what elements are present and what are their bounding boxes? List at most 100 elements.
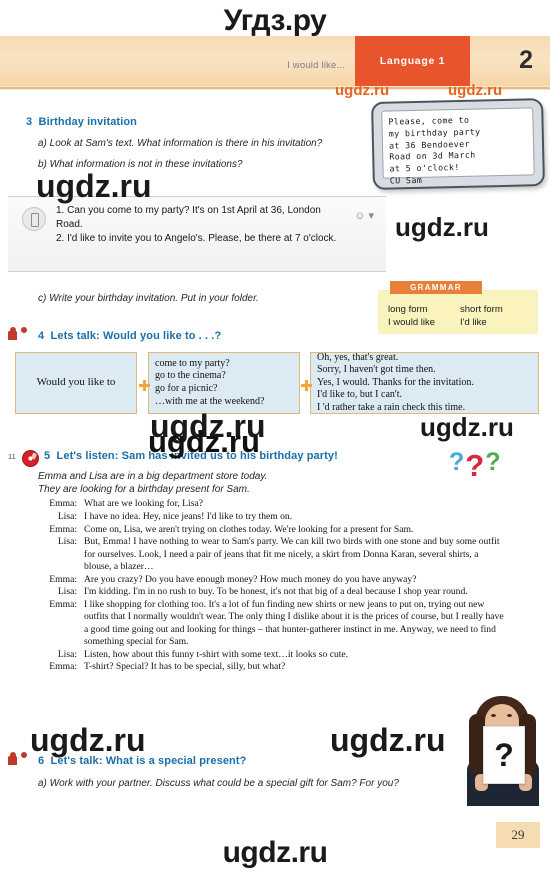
exercise-5-heading: 5 Let's listen: Sam has invited us to hi…: [44, 450, 338, 462]
audio-track-number: 11: [8, 452, 16, 461]
dialogue-speaker: Lisa:: [57, 536, 77, 548]
photo-eye-right: [507, 714, 512, 717]
builder-options-list: come to my party? go to the cinema? go f…: [155, 358, 264, 408]
banner-left-label: I would like...: [287, 60, 345, 71]
dialogue-line: Emma: I like shopping for clothing too. …: [38, 599, 508, 648]
dialogue-text: What are we looking for, Lisa?: [84, 498, 203, 509]
exercise-3-number: 3: [26, 116, 33, 128]
dialogue-text: Listen, how about this funny t-shirt wit…: [84, 648, 349, 660]
exercise-4-number: 4: [38, 330, 45, 342]
dialogue-speaker: Emma:: [49, 498, 77, 509]
plus-icon-1: [139, 380, 150, 391]
watermark-medium-1: ugdz.ru: [395, 212, 489, 242]
pair-work-icon: [8, 327, 32, 340]
photo-question-card: ?: [483, 726, 525, 784]
grammar-long-value: I would like: [388, 317, 435, 329]
dialogue-text: I like shopping for clothing too. It's a…: [84, 599, 504, 647]
grammar-short-header: short form: [460, 304, 503, 315]
exercise-6-heading: 6 Let's talk: What is a special present?: [38, 755, 246, 767]
grammar-box-content: long form short form I would like I'd like: [388, 303, 532, 330]
exercise-5-number: 5: [44, 450, 51, 462]
exercise-4-heading: 4 Lets talk: Would you like to . . .?: [38, 330, 221, 342]
builder-response: I 'd rather take a rain check this time.: [317, 401, 466, 413]
invitation-note-card: Please, come to my birthday party at 36 …: [371, 98, 545, 190]
pair-work-icon-2: [8, 752, 32, 765]
exercise-6-number: 6: [38, 755, 45, 767]
builder-column-stem: Would you like to: [15, 352, 137, 414]
dialogue-text: I'm kidding. I'm in no rush to buy. To b…: [84, 586, 468, 598]
grammar-long-header: long form: [388, 304, 428, 315]
builder-column-responses: Oh, yes, that's great. Sorry, I haven't …: [310, 352, 539, 414]
exercise-3a-text: a) Look at Sam's text. What information …: [38, 138, 323, 149]
exercise-5-intro-line-2: They are looking for a birthday present …: [38, 484, 250, 495]
exercise-3b-text: b) What information is not in these invi…: [38, 159, 243, 170]
question-mark-red-icon: ?: [465, 448, 486, 483]
exercise-5-title: Let's listen: Sam has invited us to his …: [56, 450, 338, 462]
watermark-bottom: ugdz.ru: [222, 836, 328, 869]
grammar-box: GRAMMAR long form short form I would like…: [378, 281, 538, 334]
builder-option: go to the cinema?: [155, 370, 226, 382]
dialogue-text: I have no idea. Hey, nice jeans! I'd lik…: [84, 510, 293, 522]
dialogue-line: Emma: Are you crazy? Do you have enough …: [38, 574, 508, 586]
invitation-note-screen: Please, come to my birthday party at 36 …: [381, 107, 535, 185]
builder-response: Sorry, I haven't got time then.: [317, 364, 436, 376]
language-tab[interactable]: Language 1: [355, 36, 470, 86]
dialogue-transcript: Emma: What are we looking for, Lisa? Lis…: [38, 498, 508, 674]
dialogue-text: But, Emma! I have nothing to wear to Sam…: [84, 536, 500, 572]
dialogue-line: Lisa: Listen, how about this funny t-shi…: [38, 649, 508, 661]
dialogue-text: Come on, Lisa, we aren't trying on cloth…: [84, 523, 414, 535]
exercise-4-builder: Would you like to come to my party? go t…: [15, 352, 539, 414]
page-number: 29: [496, 822, 540, 848]
question-mark-green-icon: ?: [485, 448, 502, 476]
dialogue-line: Emma: Come on, Lisa, we aren't trying on…: [38, 524, 508, 536]
dialogue-speaker: Emma:: [49, 599, 77, 611]
builder-response: I'd like to, but I can't.: [317, 389, 402, 401]
grammar-short-value: I'd like: [460, 317, 487, 329]
dialogue-line: Lisa: I'm kidding. I'm in no rush to buy…: [38, 586, 508, 598]
exercise-3c-text: c) Write your birthday invitation. Put i…: [38, 293, 259, 304]
exercise-6-title: Let's talk: What is a special present?: [50, 755, 247, 767]
exercise-5-intro-line-1: Emma and Lisa are in a big department st…: [38, 471, 268, 482]
dialogue-speaker: Emma:: [49, 661, 77, 673]
photo-question-mark: ?: [494, 737, 514, 773]
dialogue-speaker: Emma:: [49, 523, 77, 535]
builder-option: go for a picnic?: [155, 383, 218, 394]
dialogue-text: Are you crazy? Do you have enough money?…: [84, 573, 417, 585]
builder-response: Oh, yes, that's great.: [317, 351, 399, 363]
dialogue-speaker: Lisa:: [57, 510, 77, 522]
builder-response: Yes, I would. Thanks for the invitation.: [317, 376, 474, 388]
grammar-box-title: GRAMMAR: [390, 281, 482, 294]
watermark-medium-2: ugdz.ru: [420, 412, 514, 442]
dialogue-speaker: Lisa:: [57, 586, 77, 598]
sms-message-text: 1. Can you come to my party? It's on 1st…: [56, 205, 337, 245]
phone-icon: [22, 207, 46, 231]
dialogue-speaker: Emma:: [49, 573, 77, 585]
exercise-4-title: Lets talk: Would you like to . . .?: [50, 330, 222, 342]
sms-message-box: 1. Can you come to my party? It's on 1st…: [8, 196, 386, 272]
exercise-3-heading: 3 Birthday invitation: [26, 116, 137, 128]
dialogue-line: Lisa: I have no idea. Hey, nice jeans! I…: [38, 511, 508, 523]
banner-divider: [0, 86, 550, 90]
invitation-note-text: Please, come to my birthday party at 36 …: [388, 114, 481, 186]
dialogue-text: T-shirt? Special? It has to be special, …: [84, 661, 286, 673]
builder-stem-text: Would you like to: [36, 376, 116, 389]
builder-option: come to my party?: [155, 357, 230, 369]
question-mark-blue-icon: ?: [449, 448, 466, 476]
audio-cd-icon[interactable]: [22, 450, 39, 467]
photo-eye-left: [491, 714, 496, 717]
watermark-large-4: ugdz.ru: [330, 722, 446, 758]
builder-option: …with me at the weekend?: [155, 395, 265, 407]
dialogue-line: Emma: What are we looking for, Lisa?: [38, 498, 508, 510]
exercise-3-title: Birthday invitation: [38, 116, 137, 128]
watermark-top: Угдз.ру: [223, 4, 327, 37]
plus-icon-2: [301, 380, 312, 391]
dialogue-line: Lisa: But, Emma! I have nothing to wear …: [38, 536, 508, 573]
language-tab-label: Language 1: [379, 55, 446, 67]
smiley-icon: ☺ ▾: [354, 210, 374, 222]
builder-column-options: come to my party? go to the cinema? go f…: [148, 352, 300, 414]
builder-responses-list: Oh, yes, that's great. Sorry, I haven't …: [317, 352, 474, 415]
girl-with-question-card-photo: ?: [461, 694, 543, 806]
question-marks-decoration: ???: [449, 448, 502, 484]
exercise-6a-text: a) Work with your partner. Discuss what …: [38, 778, 399, 789]
dialogue-line: Emma: T-shirt? Special? It has to be spe…: [38, 661, 508, 673]
